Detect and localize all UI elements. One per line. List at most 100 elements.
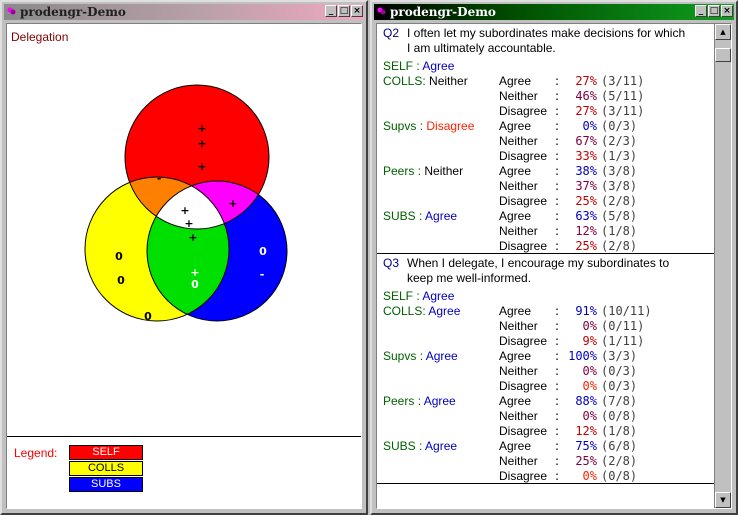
venn-mark-colls: 0 bbox=[115, 250, 123, 263]
venn-window-titlebar[interactable]: prodengr-Demo _ □ × bbox=[4, 4, 364, 20]
venn-mark-self: + bbox=[197, 160, 206, 173]
response-colon: : bbox=[555, 469, 560, 483]
response-colon: : bbox=[555, 364, 560, 378]
response-count: (10/11) bbox=[601, 304, 652, 318]
group-answer: Agree bbox=[425, 439, 458, 453]
group-answer: Agree bbox=[425, 349, 458, 363]
response-percent: 75% bbox=[575, 439, 597, 453]
results-window-titlebar[interactable]: prodengr-Demo _ □ × bbox=[374, 4, 734, 20]
question-block[interactable]: Q3 When I delegate, I encourage my subord… bbox=[377, 254, 714, 484]
scroll-down-button[interactable]: ▼ bbox=[715, 492, 731, 508]
group-name: Peers bbox=[383, 394, 415, 408]
group-name: SUBS bbox=[383, 439, 416, 453]
response-label: Disagree bbox=[499, 334, 548, 348]
group-answer: Neither bbox=[429, 74, 468, 88]
response-label: Disagree bbox=[499, 239, 548, 253]
vertical-scrollbar[interactable]: ▲ ▼ bbox=[714, 24, 731, 508]
group-summary: COLLS: Agree bbox=[383, 304, 460, 319]
response-colon: : bbox=[555, 164, 560, 178]
question-number: Q2 bbox=[383, 26, 400, 40]
app-icon bbox=[377, 7, 386, 15]
response-label: Agree bbox=[499, 439, 532, 453]
response-colon: : bbox=[555, 104, 560, 118]
response-count: (3/8) bbox=[601, 164, 638, 178]
response-percent: 63% bbox=[575, 209, 597, 223]
group-answer: Agree bbox=[422, 59, 455, 73]
response-count: (0/3) bbox=[601, 364, 638, 378]
response-percent: 0% bbox=[582, 409, 597, 423]
response-count: (6/8) bbox=[601, 439, 638, 453]
response-label: Neither bbox=[499, 89, 538, 103]
response-count: (1/8) bbox=[601, 424, 638, 438]
question-text: Q2 I often let my subordinates make decis… bbox=[383, 26, 685, 56]
legend: Legend: SELF COLLS SUBS bbox=[7, 436, 361, 508]
maximize-button[interactable]: □ bbox=[708, 5, 720, 17]
response-count: (3/8) bbox=[601, 179, 638, 193]
group-summary: COLLS: Neither bbox=[383, 74, 468, 89]
group-summary: Supvs : Disagree bbox=[383, 119, 474, 134]
group-sep: : bbox=[413, 59, 423, 73]
group-answer: Agree bbox=[428, 304, 461, 318]
response-percent: 25% bbox=[575, 454, 597, 468]
response-percent: 67% bbox=[575, 134, 597, 148]
group-answer: Disagree bbox=[426, 119, 475, 133]
response-colon: : bbox=[555, 349, 560, 363]
group-sep: : bbox=[414, 394, 424, 408]
response-colon: : bbox=[555, 179, 560, 193]
response-count: (1/8) bbox=[601, 224, 638, 238]
response-percent: 0% bbox=[582, 119, 597, 133]
response-percent: 12% bbox=[575, 424, 597, 438]
group-name: SELF bbox=[383, 59, 414, 73]
response-colon: : bbox=[555, 149, 560, 163]
group-summary: SUBS : Agree bbox=[383, 439, 457, 454]
question-block[interactable]: Q2 I often let my subordinates make decis… bbox=[377, 24, 714, 254]
maximize-button[interactable]: □ bbox=[338, 5, 350, 17]
response-percent: 27% bbox=[575, 74, 597, 88]
question-line: I am ultimately accountable. bbox=[407, 41, 556, 55]
response-count: (5/11) bbox=[601, 89, 645, 103]
response-percent: 25% bbox=[575, 194, 597, 208]
venn-mark-self: - bbox=[157, 172, 162, 185]
response-colon: : bbox=[555, 424, 560, 438]
question-text: Q3 When I delegate, I encourage my subord… bbox=[383, 256, 669, 286]
question-line: keep me well-informed. bbox=[407, 271, 532, 285]
response-label: Neither bbox=[499, 454, 538, 468]
response-percent: 38% bbox=[575, 164, 597, 178]
chart-heading: Delegation bbox=[11, 30, 69, 44]
question-separator bbox=[377, 483, 714, 484]
response-count: (7/8) bbox=[601, 394, 638, 408]
minimize-button[interactable]: _ bbox=[325, 5, 337, 17]
response-colon: : bbox=[555, 409, 560, 423]
self-response: SELF : Agree bbox=[383, 59, 454, 74]
group-sep: : bbox=[413, 289, 423, 303]
response-label: Disagree bbox=[499, 424, 548, 438]
venn-mark-center: + bbox=[188, 231, 197, 244]
close-button[interactable]: × bbox=[721, 5, 733, 17]
scroll-up-button[interactable]: ▲ bbox=[715, 24, 731, 40]
legend-item-self: SELF bbox=[69, 445, 143, 460]
venn-mark-self: + bbox=[197, 122, 206, 135]
response-label: Agree bbox=[499, 74, 532, 88]
minimize-button[interactable]: _ bbox=[695, 5, 707, 17]
legend-item-subs: SUBS bbox=[69, 477, 143, 492]
response-count: (3/3) bbox=[601, 349, 638, 363]
close-button[interactable]: × bbox=[351, 5, 363, 17]
response-label: Disagree bbox=[499, 469, 548, 483]
question-line: When I delegate, I encourage my subordin… bbox=[407, 256, 670, 270]
group-answer: Agree bbox=[425, 209, 458, 223]
response-count: (5/8) bbox=[601, 209, 638, 223]
results-client-area: Q2 I often let my subordinates make decis… bbox=[376, 23, 732, 509]
response-label: Agree bbox=[499, 349, 532, 363]
group-name: SELF bbox=[383, 289, 414, 303]
response-count: (2/8) bbox=[601, 239, 638, 253]
response-label: Neither bbox=[499, 224, 538, 238]
scroll-thumb[interactable] bbox=[715, 48, 731, 62]
venn-mark-subs: - bbox=[260, 268, 265, 281]
response-percent: 12% bbox=[575, 224, 597, 238]
response-count: (0/3) bbox=[601, 379, 638, 393]
venn-mark-center: + bbox=[184, 217, 193, 230]
group-sep: : bbox=[415, 209, 426, 223]
results-list[interactable]: Q2 I often let my subordinates make decis… bbox=[377, 24, 714, 508]
group-summary: Peers : Agree bbox=[383, 394, 456, 409]
group-sep: : bbox=[415, 439, 426, 453]
